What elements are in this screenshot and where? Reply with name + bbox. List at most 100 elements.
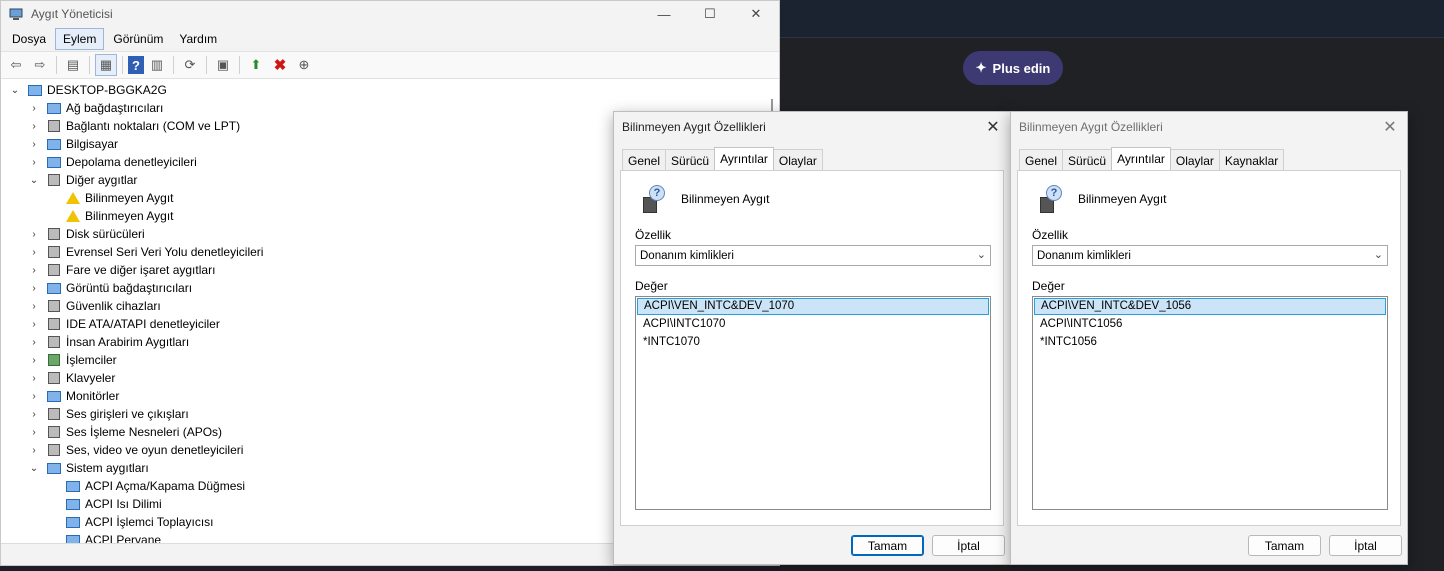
minimize-button[interactable]: —: [641, 1, 687, 27]
tree-item[interactable]: › Monitörler: [28, 387, 119, 405]
view-icon[interactable]: ▥: [146, 54, 168, 76]
ok-button[interactable]: Tamam: [851, 535, 924, 556]
properties-icon[interactable]: ▦: [95, 54, 117, 76]
tree-item[interactable]: › Güvenlik cihazları: [28, 297, 160, 315]
chevron-right-icon[interactable]: ›: [28, 355, 40, 366]
dialog-close-button[interactable]: ✕: [982, 116, 1004, 138]
chevron-right-icon[interactable]: ›: [28, 337, 40, 348]
tree-item[interactable]: › Ses, video ve oyun denetleyicileri: [28, 441, 243, 459]
scan-hardware-icon[interactable]: ▣: [212, 54, 234, 76]
cancel-button[interactable]: İptal: [1329, 535, 1402, 556]
chevron-right-icon[interactable]: ›: [28, 157, 40, 168]
tree-item[interactable]: › Fare ve diğer işaret aygıtları: [28, 261, 215, 279]
maximize-button[interactable]: ☐: [687, 1, 733, 27]
menu-yardim[interactable]: Yardım: [172, 29, 224, 49]
tree-item[interactable]: ACPI Isı Dilimi: [47, 495, 162, 513]
tree-item-label: Görüntü bağdaştırıcıları: [66, 281, 193, 295]
tree-item[interactable]: › Klavyeler: [28, 369, 115, 387]
list-item[interactable]: ACPI\VEN_INTC&DEV_1056: [1034, 298, 1386, 315]
chevron-down-icon[interactable]: ⌄: [28, 463, 40, 474]
chevron-right-icon[interactable]: ›: [28, 427, 40, 438]
background-topbar: [780, 0, 1444, 38]
show-hide-tree-icon[interactable]: ▤: [62, 54, 84, 76]
tree-item[interactable]: ⌄ Diğer aygıtlar: [28, 171, 138, 189]
chevron-right-icon[interactable]: ›: [28, 229, 40, 240]
chevron-right-icon[interactable]: ›: [28, 103, 40, 114]
tree-item[interactable]: › Bağlantı noktaları (COM ve LPT): [28, 117, 240, 135]
tree-item[interactable]: ⌄ DESKTOP-BGGKA2G: [9, 81, 167, 99]
tree-item[interactable]: Bilinmeyen Aygıt: [47, 189, 174, 207]
forward-arrow-icon[interactable]: ⇨: [29, 54, 51, 76]
tree-item[interactable]: › Ses girişleri ve çıkışları: [28, 405, 188, 423]
ok-button[interactable]: Tamam: [1248, 535, 1321, 556]
tree-item[interactable]: › Görüntü bağdaştırıcıları: [28, 279, 192, 297]
chevron-right-icon[interactable]: ›: [28, 409, 40, 420]
close-button[interactable]: ✕: [733, 1, 779, 27]
tree-item[interactable]: › Bilgisayar: [28, 135, 118, 153]
menu-dosya[interactable]: Dosya: [5, 29, 53, 49]
add-driver-icon[interactable]: ⬆: [245, 54, 267, 76]
chevron-right-icon[interactable]: ›: [28, 265, 40, 276]
tree-item[interactable]: ACPI İşlemci Toplayıcısı: [47, 513, 213, 531]
back-arrow-icon[interactable]: ⇦: [5, 54, 27, 76]
update-driver-icon[interactable]: ⟳: [179, 54, 201, 76]
chevron-right-icon[interactable]: ›: [28, 139, 40, 150]
list-item[interactable]: ACPI\INTC1056: [1034, 316, 1386, 333]
chevron-right-icon[interactable]: ›: [28, 301, 40, 312]
chevron-right-icon[interactable]: ›: [28, 373, 40, 384]
plus-button[interactable]: ✦ Plus edin: [963, 51, 1063, 85]
list-item[interactable]: *INTC1056: [1034, 334, 1386, 351]
tab-kaynaklar[interactable]: Kaynaklar: [1218, 149, 1285, 171]
chevron-right-icon[interactable]: ›: [28, 319, 40, 330]
tree-item-label: ACPI Açma/Kapama Düğmesi: [85, 479, 246, 493]
disable-device-icon[interactable]: ⊕: [293, 54, 315, 76]
speaker-icon: [46, 425, 62, 439]
value-listbox[interactable]: ACPI\VEN_INTC&DEV_1056 ACPI\INTC1056 *IN…: [1032, 296, 1388, 510]
tree-item[interactable]: › Evrensel Seri Veri Yolu denetleyicileri: [28, 243, 263, 261]
property-dropdown[interactable]: Donanım kimlikleri ⌄: [635, 245, 991, 266]
chevron-right-icon[interactable]: ›: [28, 391, 40, 402]
chevron-down-icon[interactable]: ⌄: [9, 85, 21, 96]
storage-icon: [46, 155, 62, 169]
tree-item-label: Bağlantı noktaları (COM ve LPT): [66, 119, 241, 133]
tree-item[interactable]: › Depolama denetleyicileri: [28, 153, 196, 171]
dialog-close-button[interactable]: ✕: [1379, 116, 1401, 138]
list-item[interactable]: ACPI\VEN_INTC&DEV_1070: [637, 298, 989, 315]
tab-olaylar[interactable]: Olaylar: [772, 149, 823, 171]
mouse-icon: [46, 263, 62, 277]
tree-item[interactable]: › İnsan Arabirim Aygıtları: [28, 333, 189, 351]
tree-item[interactable]: Bilinmeyen Aygıt: [47, 207, 174, 225]
property-dropdown[interactable]: Donanım kimlikleri ⌄: [1032, 245, 1388, 266]
list-item[interactable]: ACPI\INTC1070: [637, 316, 989, 333]
tree-item[interactable]: › Ses İşleme Nesneleri (APOs): [28, 423, 222, 441]
tree-item[interactable]: ACPI Açma/Kapama Düğmesi: [47, 477, 245, 495]
menu-eylem[interactable]: Eylem: [55, 28, 105, 50]
tab-ayrintilar[interactable]: Ayrıntılar: [714, 147, 774, 171]
chevron-right-icon[interactable]: ›: [28, 283, 40, 294]
tree-item[interactable]: › Disk sürücüleri: [28, 225, 144, 243]
help-icon[interactable]: ?: [128, 56, 144, 74]
tab-surucu[interactable]: Sürücü: [1062, 149, 1113, 171]
tab-olaylar[interactable]: Olaylar: [1169, 149, 1220, 171]
property-dropdown-value: Donanım kimlikleri: [1037, 249, 1131, 262]
chevron-right-icon[interactable]: ›: [28, 445, 40, 456]
tree-item-label: Ses İşleme Nesneleri (APOs): [66, 425, 223, 439]
uninstall-icon[interactable]: ✖: [269, 54, 291, 76]
chevron-right-icon[interactable]: ›: [28, 247, 40, 258]
tree-item-label: DESKTOP-BGGKA2G: [47, 83, 167, 97]
chevron-down-icon[interactable]: ⌄: [28, 175, 40, 186]
menu-gorunum[interactable]: Görünüm: [106, 29, 170, 49]
tree-item-label: Evrensel Seri Veri Yolu denetleyicileri: [66, 245, 264, 259]
tree-item[interactable]: › Ağ bağdaştırıcıları: [28, 99, 163, 117]
list-item[interactable]: *INTC1070: [637, 334, 989, 351]
chevron-right-icon[interactable]: ›: [28, 121, 40, 132]
tree-item[interactable]: ⌄ Sistem aygıtları: [28, 459, 149, 477]
tab-genel[interactable]: Genel: [1019, 149, 1064, 171]
tree-item[interactable]: › IDE ATA/ATAPI denetleyiciler: [28, 315, 220, 333]
value-listbox[interactable]: ACPI\VEN_INTC&DEV_1070 ACPI\INTC1070 *IN…: [635, 296, 991, 510]
tree-item[interactable]: › İşlemciler: [28, 351, 116, 369]
cancel-button[interactable]: İptal: [932, 535, 1005, 556]
tab-genel[interactable]: Genel: [622, 149, 667, 171]
tab-ayrintilar[interactable]: Ayrıntılar: [1111, 147, 1171, 171]
tab-surucu[interactable]: Sürücü: [665, 149, 716, 171]
